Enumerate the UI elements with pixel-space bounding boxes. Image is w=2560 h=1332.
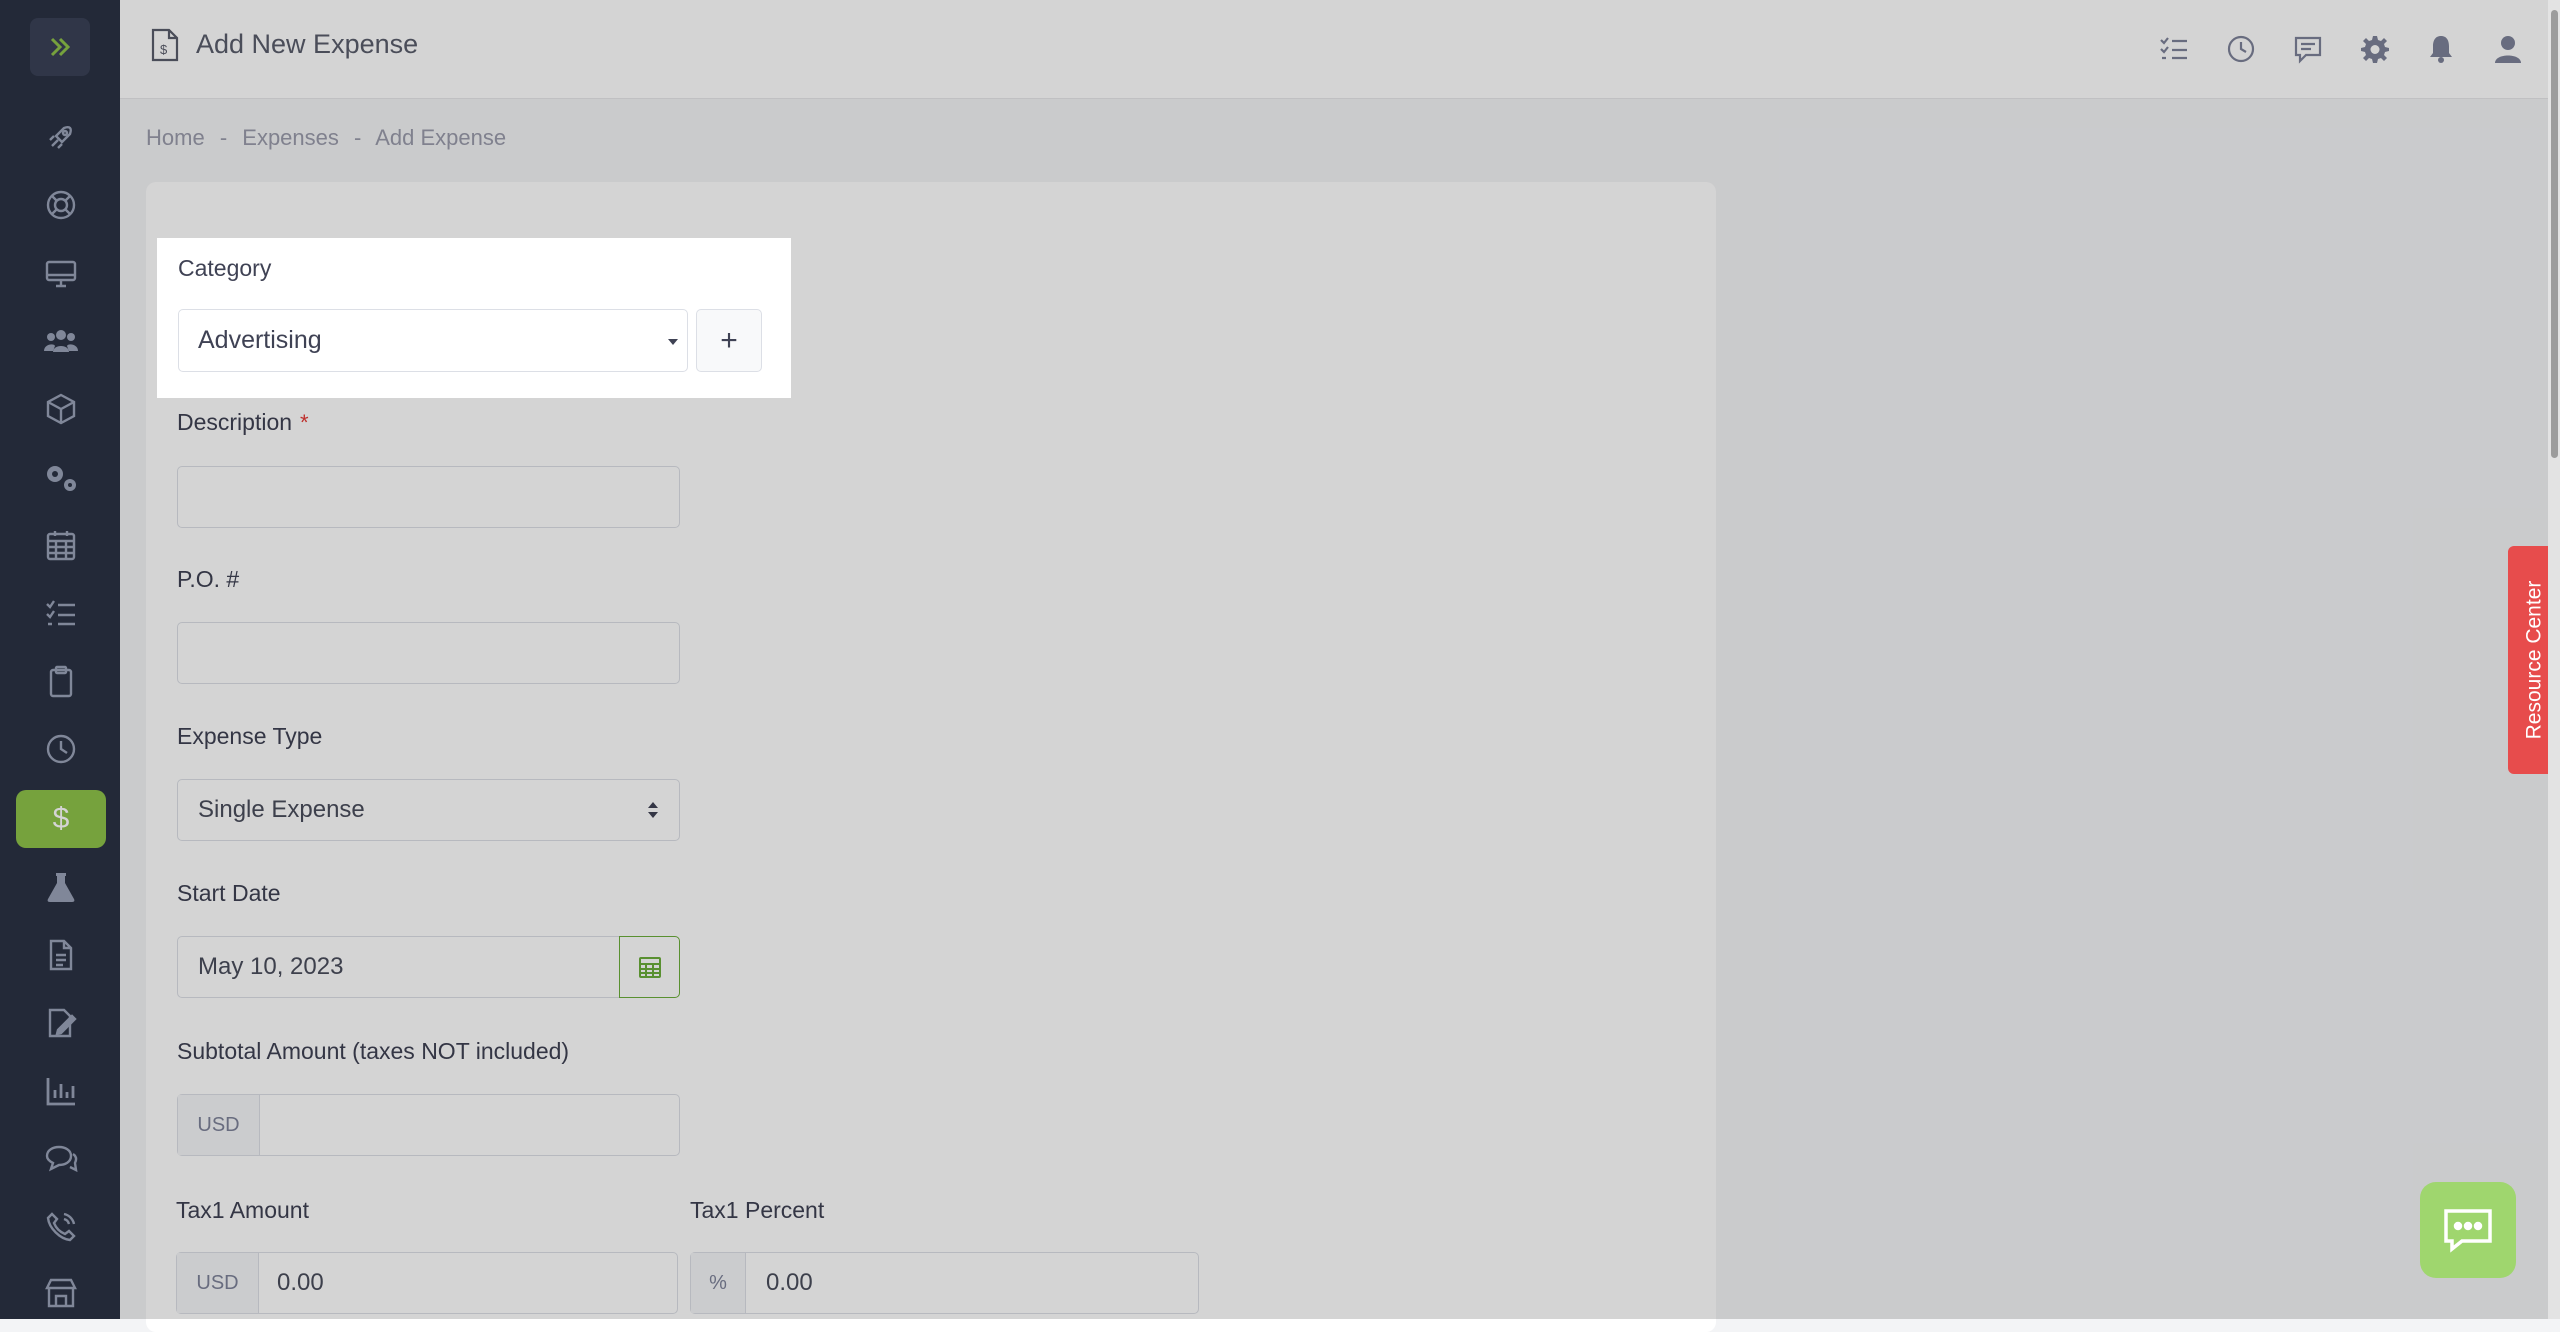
chat-widget-button[interactable]: [2420, 1182, 2516, 1278]
chat-bubble-icon: [2444, 1209, 2492, 1253]
caret-down-icon: [668, 339, 678, 345]
scrollbar-thumb[interactable]: [2551, 10, 2558, 458]
focus-overlay: [0, 0, 2560, 1319]
category-select[interactable]: Advertising: [178, 309, 688, 372]
category-label: Category: [178, 255, 272, 281]
add-category-button[interactable]: +: [696, 309, 762, 372]
